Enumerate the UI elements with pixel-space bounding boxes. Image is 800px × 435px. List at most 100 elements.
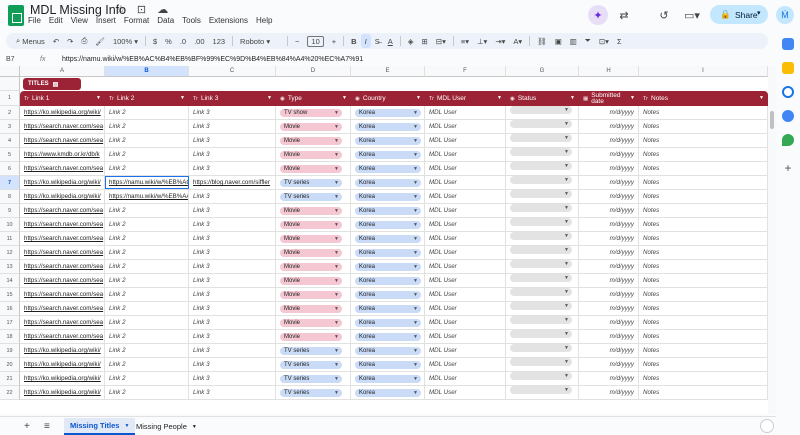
status-chip[interactable]: ▼ <box>510 218 572 226</box>
submitted-date-cell[interactable]: m/d/yyyy <box>579 358 639 371</box>
status-chip[interactable]: ▼ <box>510 176 572 184</box>
column-title-submitted-date[interactable]: ▦ Submitted date ▼ <box>579 91 639 106</box>
notes-cell[interactable]: Notes <box>639 330 768 343</box>
fill-color-icon[interactable]: ◈ <box>404 34 418 48</box>
status-chip[interactable]: ▼ <box>510 288 572 296</box>
link-1-cell[interactable]: https://search.naver.com/sea <box>20 162 105 175</box>
submitted-date-cell[interactable]: m/d/yyyy <box>579 106 639 119</box>
name-box[interactable]: B7 <box>0 56 40 63</box>
notes-cell[interactable]: Notes <box>639 316 768 329</box>
type-chip[interactable]: Movie ▼ <box>280 137 342 145</box>
country-chip[interactable]: Korea ▼ <box>355 193 421 201</box>
undo-icon[interactable]: ↶ <box>49 34 63 48</box>
notes-cell[interactable]: Notes <box>639 372 768 385</box>
status-chip[interactable]: ▼ <box>510 232 572 240</box>
link-2-cell[interactable]: Link 2 <box>105 316 189 329</box>
scrollbar-thumb[interactable] <box>770 111 774 129</box>
sheets-logo-icon[interactable] <box>8 5 24 26</box>
link-2-cell[interactable]: Link 2 <box>105 134 189 147</box>
link-2-cell[interactable]: Link 2 <box>105 288 189 301</box>
country-cell[interactable]: Korea ▼ <box>351 288 425 301</box>
link-3-cell[interactable]: Link 3 <box>189 120 276 133</box>
country-cell[interactable]: Korea ▼ <box>351 134 425 147</box>
status-cell[interactable]: ▼ <box>506 260 579 273</box>
column-header-b[interactable]: B <box>105 66 189 77</box>
select-all-corner[interactable] <box>0 66 20 77</box>
number-format-button[interactable]: 123 <box>209 34 230 48</box>
submitted-date-cell[interactable]: m/d/yyyy <box>579 204 639 217</box>
notes-cell[interactable]: Notes <box>639 344 768 357</box>
mdl-user-cell[interactable]: MDL User <box>425 218 506 231</box>
link-2-cell[interactable]: Link 2 <box>105 274 189 287</box>
row-number[interactable]: 4 <box>0 134 20 148</box>
text-wrap-icon[interactable]: ⇥▾ <box>491 34 509 48</box>
insert-chart-icon[interactable]: ▥ <box>566 34 581 48</box>
status-cell[interactable]: ▼ <box>506 274 579 287</box>
link-3-cell[interactable]: Link 3 <box>189 358 276 371</box>
menu-edit[interactable]: Edit <box>49 16 63 25</box>
tasks-icon[interactable] <box>782 86 794 98</box>
type-chip[interactable]: TV series ▼ <box>280 179 342 187</box>
table-menu-icon[interactable]: ▤ <box>53 81 59 88</box>
link-3-cell[interactable]: Link 3 <box>189 190 276 203</box>
row-number[interactable]: 6 <box>0 162 20 176</box>
explore-icon[interactable]: ⇄ <box>614 5 634 25</box>
link-1-cell[interactable]: https://search.naver.com/sea <box>20 134 105 147</box>
borders-icon[interactable]: ⊞ <box>418 34 432 48</box>
row-number[interactable]: 19 <box>0 344 20 358</box>
sheet-tab-missing-titles[interactable]: Missing Titles ▼ <box>64 418 136 435</box>
menu-view[interactable]: View <box>71 16 88 25</box>
insert-comment-icon[interactable]: ▣ <box>551 34 566 48</box>
link-3-cell[interactable]: https://blog.naver.com/siffler <box>189 176 276 189</box>
type-chip[interactable]: TV series ▼ <box>280 375 342 383</box>
link-3-cell[interactable]: Link 3 <box>189 344 276 357</box>
italic-button[interactable]: I <box>360 34 371 48</box>
submitted-date-cell[interactable]: m/d/yyyy <box>579 274 639 287</box>
add-sheet-icon[interactable]: + <box>24 421 30 432</box>
link-1-cell[interactable]: https://ko.wikipedia.org/wiki/ <box>20 190 105 203</box>
status-chip[interactable]: ▼ <box>510 134 572 142</box>
country-chip[interactable]: Korea ▼ <box>355 375 421 383</box>
country-chip[interactable]: Korea ▼ <box>355 137 421 145</box>
menu-format[interactable]: Format <box>124 16 149 25</box>
status-chip[interactable]: ▼ <box>510 246 572 254</box>
all-sheets-icon[interactable]: ≡ <box>44 421 50 432</box>
status-chip[interactable]: ▼ <box>510 190 572 198</box>
row-number[interactable]: 9 <box>0 204 20 218</box>
submitted-date-cell[interactable]: m/d/yyyy <box>579 372 639 385</box>
share-dropdown-icon[interactable]: ▾ <box>757 9 761 17</box>
status-chip[interactable]: ▼ <box>510 274 572 282</box>
font-size-increase[interactable]: + <box>328 34 340 48</box>
country-chip[interactable]: Korea ▼ <box>355 389 421 397</box>
status-chip[interactable]: ▼ <box>510 120 572 128</box>
link-3-cell[interactable]: Link 3 <box>189 204 276 217</box>
status-cell[interactable]: ▼ <box>506 204 579 217</box>
country-cell[interactable]: Korea ▼ <box>351 190 425 203</box>
type-cell[interactable]: Movie ▼ <box>276 148 351 161</box>
notes-cell[interactable]: Notes <box>639 260 768 273</box>
type-cell[interactable]: TV series ▼ <box>276 386 351 399</box>
column-dropdown-icon[interactable]: ▼ <box>570 95 575 101</box>
mdl-user-cell[interactable]: MDL User <box>425 232 506 245</box>
link-2-cell[interactable]: https://namu.wiki/w/%EB%AA <box>105 190 189 203</box>
column-dropdown-icon[interactable]: ▼ <box>759 95 764 101</box>
link-2-cell[interactable]: Link 2 <box>105 372 189 385</box>
link-2-cell[interactable]: Link 2 <box>105 260 189 273</box>
horizontal-align-icon[interactable]: ≡▾ <box>457 34 473 48</box>
column-header-c[interactable]: C <box>189 66 276 77</box>
row-number[interactable]: 5 <box>0 148 20 162</box>
status-cell[interactable]: ▼ <box>506 106 579 119</box>
chevron-down-icon[interactable]: ▼ <box>124 423 129 429</box>
submitted-date-cell[interactable]: m/d/yyyy <box>579 134 639 147</box>
column-dropdown-icon[interactable]: ▼ <box>497 95 502 101</box>
country-chip[interactable]: Korea ▼ <box>355 165 421 173</box>
link-2-cell[interactable]: Link 2 <box>105 218 189 231</box>
column-header-h[interactable]: H <box>579 66 639 77</box>
notes-cell[interactable]: Notes <box>639 218 768 231</box>
mdl-user-cell[interactable]: MDL User <box>425 190 506 203</box>
country-cell[interactable]: Korea ▼ <box>351 246 425 259</box>
row-number[interactable]: 1 <box>0 91 20 106</box>
status-chip[interactable]: ▼ <box>510 386 572 394</box>
type-chip[interactable]: Movie ▼ <box>280 249 342 257</box>
country-cell[interactable]: Korea ▼ <box>351 106 425 119</box>
